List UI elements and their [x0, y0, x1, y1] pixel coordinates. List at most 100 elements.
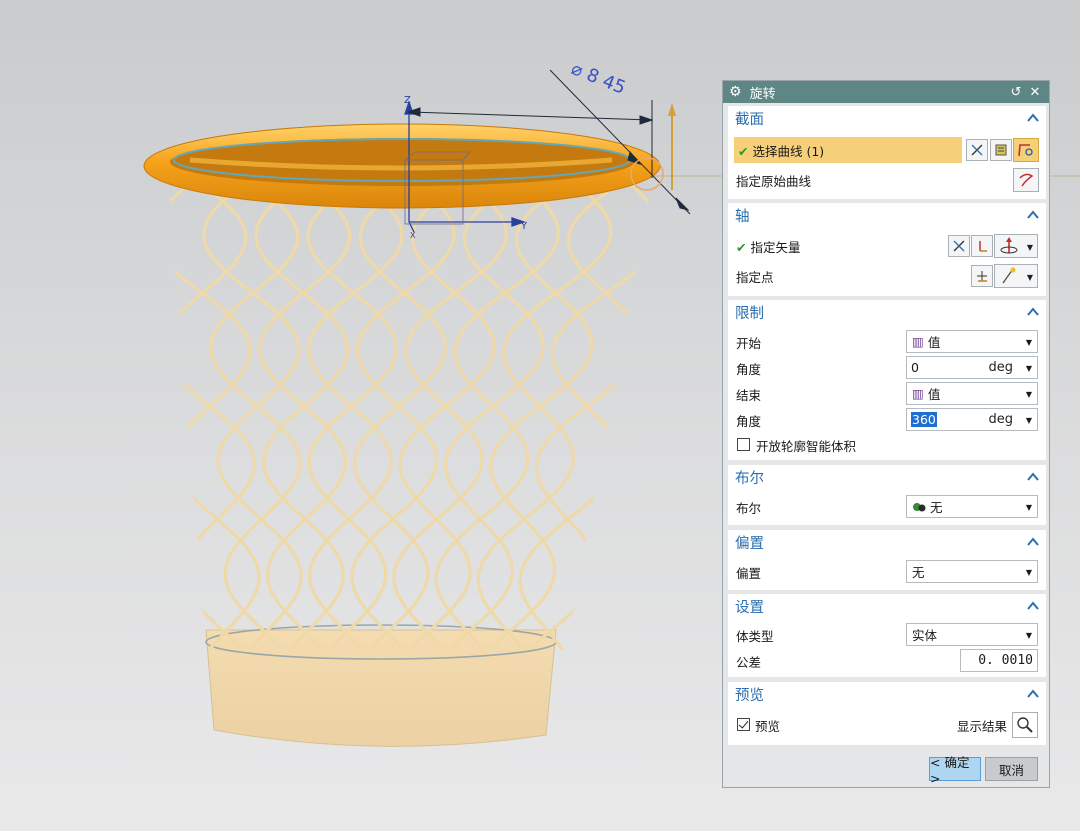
- axis-label-x: X: [410, 231, 416, 240]
- dropdown-arrow-icon: ▼: [1025, 390, 1032, 399]
- start-row: 开始 ▥ 值 ▼: [728, 330, 1046, 354]
- preview-row: 预览 显示结果: [728, 712, 1046, 738]
- show-result-magnifier-icon[interactable]: [1012, 712, 1038, 738]
- dropdown-arrow-icon: ▼: [1025, 338, 1032, 347]
- reverse-direction-icon[interactable]: [948, 235, 970, 257]
- start-angle-input[interactable]: 0 deg ▼: [906, 356, 1038, 379]
- axis-header: 轴: [735, 208, 750, 225]
- start-type-value: 值: [927, 335, 941, 350]
- tolerance-row: 公差 0. 0010: [728, 649, 1046, 673]
- collapse-chevron-icon[interactable]: [1026, 305, 1040, 319]
- collapse-chevron-icon[interactable]: [1026, 111, 1040, 125]
- collapse-chevron-icon[interactable]: [1026, 687, 1040, 701]
- boolean-none-icon: [913, 502, 926, 511]
- body-type-value: 实体: [912, 628, 938, 643]
- start-label: 开始: [736, 335, 762, 351]
- original-curve-icon[interactable]: [1013, 168, 1039, 192]
- net-strand: [398, 180, 496, 650]
- preview-header: 预览: [735, 687, 764, 704]
- collapse-chevron-icon[interactable]: [1026, 470, 1040, 484]
- net-strand: [476, 180, 613, 650]
- offset-select[interactable]: 无 ▼: [906, 560, 1038, 583]
- boolean-value: 无: [930, 500, 943, 515]
- axis-group: 轴 ✔ 指定矢量 ▼ 指定点 ▼: [728, 203, 1046, 296]
- net-strand: [352, 180, 447, 650]
- specify-point-row: 指定点 ▼: [728, 264, 1046, 288]
- end-type-select[interactable]: ▥ 值 ▼: [906, 382, 1038, 405]
- point-type-dropdown[interactable]: ▼: [994, 264, 1038, 288]
- open-profile-checkbox[interactable]: [737, 438, 750, 451]
- value-type-icon: ▥: [912, 334, 924, 349]
- tolerance-input[interactable]: 0. 0010: [960, 649, 1038, 672]
- section-header: 截面: [735, 111, 764, 128]
- net-strand: [258, 180, 352, 650]
- basket-net: [168, 180, 652, 650]
- show-result-label: 显示结果: [957, 718, 1008, 734]
- dropdown-arrow-icon: ▼: [1025, 568, 1032, 577]
- dialog-titlebar: ⚙ 旋转 ↺ ✕: [723, 81, 1049, 103]
- end-angle-value: 360: [911, 412, 937, 427]
- open-profile-label: 开放轮廓智能体积: [756, 438, 857, 454]
- settings-group: 设置 体类型 实体 ▼ 公差 0. 0010: [728, 594, 1046, 677]
- end-angle-unit: deg: [988, 412, 1013, 427]
- dropdown-arrow-icon: ▼: [1026, 273, 1033, 282]
- limits-group: 限制 开始 ▥ 值 ▼ 角度 0 deg ▼ 结束 ▥ 值 ▼ 角度 360 d…: [728, 300, 1046, 460]
- body-type-select[interactable]: 实体 ▼: [906, 623, 1038, 646]
- section-group: 截面 ✔ 选择曲线 (1) 指定原始曲线: [728, 106, 1046, 199]
- tolerance-label: 公差: [736, 654, 762, 670]
- preview-checkbox[interactable]: [737, 718, 750, 731]
- cancel-button[interactable]: 取消: [985, 757, 1038, 781]
- sketch-section-icon[interactable]: [990, 139, 1012, 161]
- boolean-label: 布尔: [736, 500, 762, 516]
- boolean-row: 布尔 无 ▼: [728, 495, 1046, 519]
- check-icon: ✔: [738, 143, 749, 159]
- body-type-label: 体类型: [736, 628, 774, 644]
- preview-label: 预览: [755, 718, 781, 734]
- original-curve-row: 指定原始曲线: [728, 168, 1046, 192]
- limits-header: 限制: [735, 305, 764, 322]
- end-label: 结束: [736, 387, 762, 403]
- dialog-title: 旋转: [749, 86, 776, 102]
- axis-label-z: Z: [404, 95, 411, 106]
- dropdown-arrow-icon: ▼: [1026, 243, 1033, 252]
- basket-rim[interactable]: [143, 123, 661, 209]
- select-curve-label: 选择曲线 (1): [752, 143, 825, 159]
- close-icon[interactable]: ✕: [1027, 85, 1043, 100]
- specify-vector-row: ✔ 指定矢量 ▼: [728, 234, 1046, 258]
- basket-base: [205, 624, 557, 747]
- vector-dialog-icon[interactable]: [971, 235, 993, 257]
- net-strand: [518, 180, 652, 650]
- ok-button[interactable]: < 确定 >: [929, 755, 981, 786]
- vector-type-dropdown[interactable]: ▼: [994, 234, 1038, 258]
- axis-label-y: Y: [520, 221, 528, 232]
- offset-group: 偏置 偏置 无 ▼: [728, 530, 1046, 590]
- value-type-icon: ▥: [912, 386, 924, 401]
- settings-header: 设置: [735, 599, 764, 616]
- dropdown-arrow-icon: ▼: [1025, 503, 1032, 512]
- end-type-value: 值: [927, 387, 941, 402]
- curve-rule-icon[interactable]: [966, 139, 988, 161]
- unit-dropdown-arrow-icon[interactable]: ▼: [1026, 416, 1032, 425]
- start-angle-unit: deg: [988, 360, 1013, 375]
- settings-gear-icon[interactable]: ⚙: [729, 84, 742, 100]
- net-strand: [350, 180, 456, 650]
- specify-vector-label: 指定矢量: [750, 239, 801, 255]
- dimension-text: ⌀ 8 45: [568, 58, 628, 99]
- select-curve-row[interactable]: ✔ 选择曲线 (1): [728, 137, 1046, 163]
- start-type-select[interactable]: ▥ 值 ▼: [906, 330, 1038, 353]
- check-icon: ✔: [736, 239, 747, 255]
- collapse-chevron-icon[interactable]: [1026, 535, 1040, 549]
- reset-icon[interactable]: ↺: [1008, 85, 1024, 100]
- end-angle-label: 角度: [736, 413, 762, 429]
- end-angle-input[interactable]: 360 deg ▼: [906, 408, 1038, 431]
- collapse-chevron-icon[interactable]: [1026, 599, 1040, 613]
- collapse-chevron-icon[interactable]: [1026, 208, 1040, 222]
- point-dialog-icon[interactable]: [971, 265, 993, 287]
- boolean-group: 布尔 布尔 无 ▼: [728, 465, 1046, 525]
- boolean-header: 布尔: [735, 470, 764, 487]
- unit-dropdown-arrow-icon[interactable]: ▼: [1026, 364, 1032, 373]
- curve-select-icon[interactable]: [1013, 138, 1039, 162]
- dropdown-arrow-icon: ▼: [1025, 631, 1032, 640]
- boolean-select[interactable]: 无 ▼: [906, 495, 1038, 518]
- offset-header: 偏置: [735, 535, 764, 552]
